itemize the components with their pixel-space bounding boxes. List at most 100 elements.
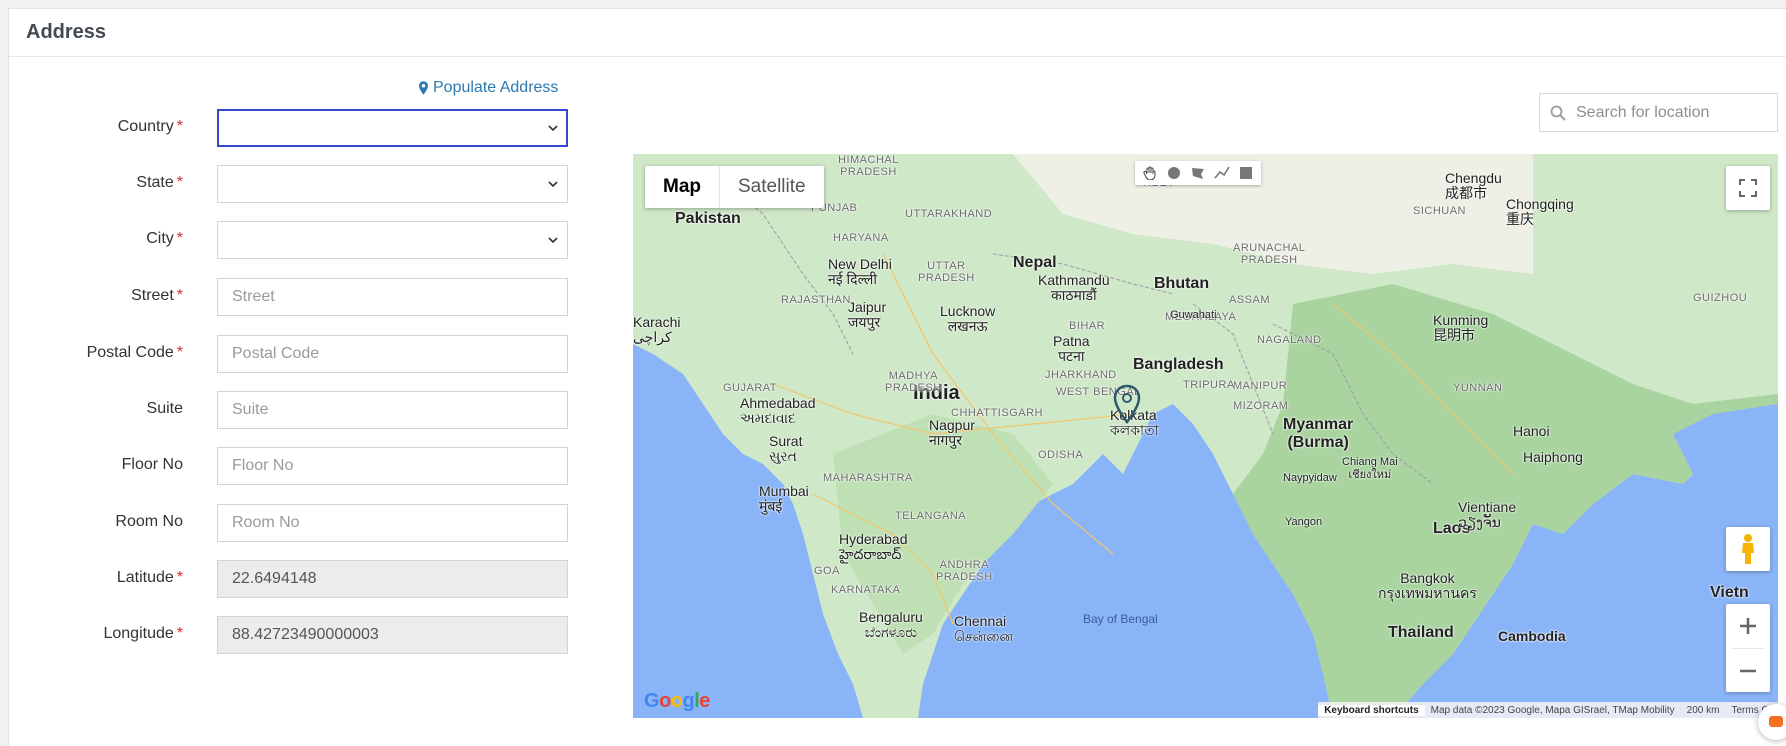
location-search[interactable] <box>1539 93 1778 132</box>
place-label: UTTAR PRADESH <box>918 260 975 284</box>
fullscreen-button[interactable] <box>1726 166 1770 210</box>
place-label: Thailand <box>1388 624 1454 641</box>
place-label: TRIPURA <box>1183 379 1235 391</box>
longitude-input[interactable] <box>217 616 568 654</box>
city-label: City * <box>146 230 183 247</box>
place-label: YUNNAN <box>1453 382 1503 394</box>
street-label: Street * <box>131 287 183 304</box>
room-no-input[interactable] <box>217 504 568 542</box>
place-label: Pakistan <box>675 210 741 227</box>
place-label: Bhutan <box>1154 275 1210 292</box>
location-search-input[interactable] <box>1576 103 1766 122</box>
latitude-input[interactable] <box>217 560 568 598</box>
place-label: Bengaluru ಬೆಂಗಳೂರು <box>859 609 923 640</box>
street-row: Street * <box>9 278 569 325</box>
map-data-attribution: Map data ©2023 Google, Mapa GISrael, TMa… <box>1430 704 1675 716</box>
place-label: KARNATAKA <box>831 584 901 596</box>
place-label: RAJASTHAN <box>781 294 851 306</box>
place-label: Surat સુરત <box>769 433 803 464</box>
populate-address-label: Populate Address <box>433 79 559 96</box>
map-terrain[interactable] <box>633 154 1778 718</box>
suite-input[interactable] <box>217 391 568 429</box>
panel-header: Address <box>9 9 1786 57</box>
map-marker-icon <box>419 81 428 95</box>
state-select[interactable] <box>217 165 568 203</box>
place-label: GUJARAT <box>723 382 778 394</box>
place-label: Yangon <box>1285 516 1323 528</box>
map-footer: Keyboard shortcuts Map data ©2023 Google… <box>1318 702 1778 718</box>
polygon-icon[interactable] <box>1187 163 1209 183</box>
place-label: Myanmar (Burma) <box>1283 416 1354 451</box>
place-label: Jaipur जयपुर <box>848 299 887 330</box>
zoom-out-button[interactable] <box>1726 649 1770 693</box>
place-label: Kunming 昆明市 <box>1433 312 1489 343</box>
tab-satellite[interactable]: Satellite <box>719 166 824 208</box>
suite-row: Suite <box>9 391 569 438</box>
suite-label: Suite <box>146 400 183 417</box>
room-no-label: Room No <box>115 513 183 530</box>
map-type-control: Map Satellite <box>645 166 824 208</box>
place-label: GUIZHOU <box>1693 292 1748 304</box>
place-label: Chennai சென்னை <box>954 613 1014 644</box>
fullscreen-icon <box>1739 179 1757 197</box>
postal-code-row: Postal Code * <box>9 335 569 382</box>
street-input[interactable] <box>217 278 568 316</box>
place-label: MANIPUR <box>1233 380 1288 392</box>
populate-address-link[interactable]: Populate Address <box>419 79 558 97</box>
place-label: ANDHRA PRADESH <box>936 559 993 583</box>
latitude-label: Latitude * <box>116 569 183 586</box>
place-label: Kathmandu काठमाडौं <box>1038 272 1110 303</box>
place-label: Bangladesh <box>1133 356 1224 373</box>
chevron-down-icon <box>548 125 558 132</box>
hand-icon[interactable] <box>1139 163 1161 183</box>
place-label: Hanoi <box>1513 423 1550 439</box>
place-label: Vientiane ວຽງຈັນ <box>1458 499 1517 530</box>
map-scale[interactable]: 200 km <box>1681 705 1726 716</box>
zoom-in-button[interactable] <box>1726 604 1770 648</box>
place-label: Bay of Bengal <box>1083 612 1158 626</box>
search-icon <box>1550 105 1566 121</box>
place-label: Nepal <box>1013 254 1057 271</box>
zoom-control <box>1726 604 1770 692</box>
place-label: New Delhi नई दिल्ली <box>828 256 892 287</box>
country-label: Country * <box>117 118 183 135</box>
postal-code-label: Postal Code * <box>86 344 183 361</box>
minus-icon <box>1740 669 1756 673</box>
chat-widget-button[interactable] <box>1758 704 1786 740</box>
keyboard-shortcuts-link[interactable]: Keyboard shortcuts <box>1318 704 1425 716</box>
longitude-row: Longitude * <box>9 616 569 663</box>
place-label: BIHAR <box>1069 320 1106 332</box>
chevron-down-icon <box>548 237 558 244</box>
street-view-button[interactable] <box>1726 527 1770 571</box>
plus-icon <box>1740 618 1756 634</box>
state-label: State * <box>136 174 183 191</box>
place-label: MIZORAM <box>1233 400 1289 412</box>
rectangle-icon[interactable] <box>1235 163 1257 183</box>
postal-code-input[interactable] <box>217 335 568 373</box>
chat-icon <box>1769 716 1783 727</box>
place-label: JHARKHAND <box>1045 369 1117 381</box>
country-select[interactable] <box>217 109 568 147</box>
city-select[interactable] <box>217 221 568 259</box>
place-label: ODISHA <box>1038 449 1084 461</box>
place-label: Hyderabad హైదరాబాద్ <box>839 531 908 562</box>
place-label: SICHUAN <box>1413 205 1467 217</box>
place-label: Mumbai मुंबई <box>759 483 809 514</box>
place-label: GOA <box>814 565 840 577</box>
place-label: Naypyidaw <box>1283 472 1337 484</box>
tab-map[interactable]: Map <box>645 166 719 208</box>
place-label: Patna पटना <box>1053 333 1090 364</box>
google-logo: Google <box>644 690 710 712</box>
country-row: Country * <box>9 109 569 156</box>
floor-no-input[interactable] <box>217 447 568 485</box>
circle-icon[interactable] <box>1163 163 1185 183</box>
place-label: Ahmedabad અમદાવાદ <box>740 395 816 426</box>
place-label: Nagpur नागपुर <box>929 417 975 448</box>
place-label: Vietn <box>1710 584 1749 601</box>
place-label: Karachi کراچی <box>633 314 681 345</box>
polyline-icon[interactable] <box>1211 163 1233 183</box>
map-view[interactable]: Pakistan India Nepal Bhutan Bangladesh M… <box>633 154 1778 718</box>
place-label: MAHARASHTRA <box>823 472 913 484</box>
place-label: MADHYA PRADESH <box>885 370 942 394</box>
location-marker-icon[interactable] <box>1112 384 1142 424</box>
